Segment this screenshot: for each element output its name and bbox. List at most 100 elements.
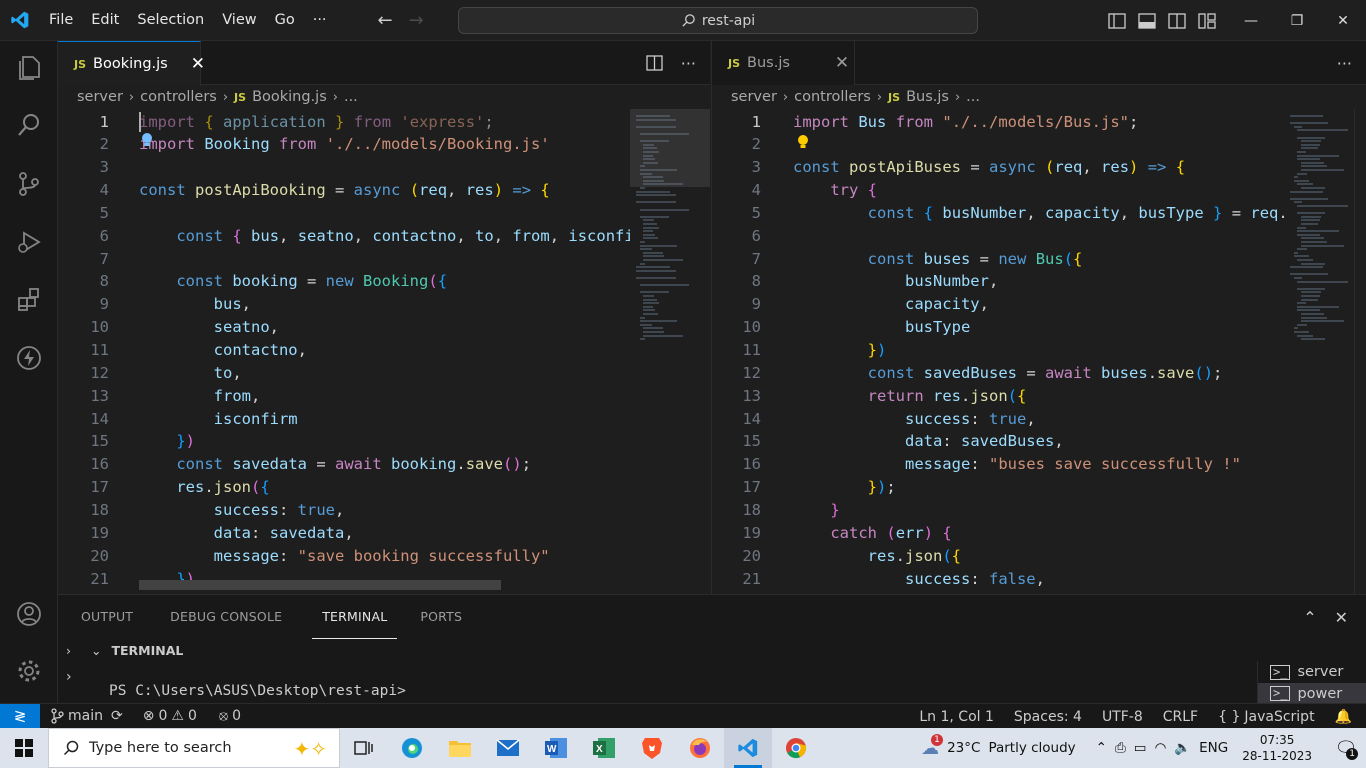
breadcrumb-item[interactable]: Bus.js [906, 89, 949, 105]
minimap-slider[interactable] [630, 109, 710, 187]
search-icon[interactable] [12, 108, 46, 142]
volume-icon[interactable]: 🔈 [1174, 740, 1191, 756]
menu-view[interactable]: View [213, 0, 265, 41]
source-control-icon[interactable] [12, 167, 46, 201]
settings-gear-icon[interactable] [12, 654, 46, 688]
code-line[interactable]: 3 const postApiBuses = async (req, res) =… [712, 156, 1185, 179]
code-line[interactable]: 1 import Bus from "./../models/Bus.js"; [712, 110, 1139, 133]
code-line[interactable]: 4 const postApiBooking = async (req, res)… [58, 179, 550, 202]
toggle-secondary-sidebar-icon[interactable] [1168, 12, 1186, 29]
code-editor-left[interactable]: 1 import { application } from 'express'; 2… [58, 109, 710, 594]
code-line[interactable]: 16 const savedata = await booking.save()… [58, 453, 531, 476]
terminal-item-power[interactable]: >_ power [1258, 683, 1366, 704]
meet-now-icon[interactable]: ⎙ [1115, 740, 1126, 756]
branch-indicator[interactable]: main ⟳ [44, 708, 129, 724]
lightbulb-icon[interactable] [140, 132, 154, 146]
weather-widget[interactable]: ☁ 1 23°C Partly cloudy [921, 733, 1076, 759]
customize-layout-icon[interactable] [1198, 12, 1216, 29]
go-forward-icon[interactable]: → [409, 10, 424, 31]
code-line[interactable]: 7 [58, 247, 139, 270]
code-line[interactable]: 4 try { [712, 179, 877, 202]
terminal-section-header[interactable]: › ⌄ TERMINAL [58, 639, 183, 661]
indentation[interactable]: Spaces: 4 [1008, 709, 1088, 725]
breadcrumb-item[interactable]: controllers [140, 89, 217, 105]
tab-booking-js[interactable]: JS Booking.js ✕ [58, 41, 205, 86]
code-editor-right[interactable]: 1 import Bus from "./../models/Bus.js"; 2 3… [712, 109, 1366, 594]
breadcrumb-item[interactable]: ... [966, 89, 980, 105]
code-line[interactable]: 20 message: "save booking successfully" [58, 544, 549, 567]
toggle-primary-sidebar-icon[interactable] [1108, 12, 1126, 29]
code-line[interactable]: 10 busType [712, 316, 970, 339]
more-actions-icon[interactable]: ··· [681, 54, 696, 73]
code-line[interactable]: 6 [712, 224, 793, 247]
terminal-prompt[interactable]: PS C:\Users\ASUS\Desktop\rest-api> [109, 683, 406, 699]
split-editor-icon[interactable] [646, 55, 663, 71]
language-mode[interactable]: { } JavaScript [1212, 709, 1320, 725]
thunder-client-icon[interactable] [12, 341, 46, 375]
close-icon[interactable]: ✕ [835, 53, 849, 73]
ports-indicator[interactable]: ⦻ 0 [213, 708, 247, 724]
menu-go[interactable]: Go [266, 0, 304, 41]
edge-browser-icon[interactable] [388, 728, 436, 768]
code-line[interactable]: 17 }); [712, 476, 895, 499]
close-window-icon[interactable]: ✕ [1320, 0, 1366, 41]
code-line[interactable]: 18 } [712, 498, 839, 521]
code-line[interactable]: 2 [712, 133, 793, 156]
menu-file[interactable]: File [40, 0, 82, 41]
windows-start-icon[interactable] [0, 728, 48, 768]
clock[interactable]: 07:35 28-11-2023 [1236, 732, 1318, 764]
sync-icon[interactable]: ⟳ [111, 708, 123, 724]
code-line[interactable]: 8 busNumber, [712, 270, 999, 293]
encoding[interactable]: UTF-8 [1096, 709, 1149, 725]
wifi-icon[interactable]: ◠ [1155, 740, 1167, 756]
cursor-position[interactable]: Ln 1, Col 1 [913, 709, 1000, 725]
tab-bus-js[interactable]: JS Bus.js ✕ [712, 41, 855, 85]
code-line[interactable]: 13 return res.json({ [712, 384, 1026, 407]
code-line[interactable]: 16 message: "buses save successfully !" [712, 453, 1241, 476]
code-line[interactable]: 9 bus, [58, 293, 251, 316]
code-line[interactable]: 3 [58, 156, 139, 179]
firefox-icon[interactable] [676, 728, 724, 768]
code-line[interactable]: 2 import Booking from './../models/Bookin… [58, 133, 550, 156]
minimap-right[interactable] [1284, 109, 1352, 594]
excel-icon[interactable]: X [580, 728, 628, 768]
code-line[interactable]: 14 isconfirm [58, 407, 297, 430]
notifications-bell-icon[interactable]: 🔔 [1329, 709, 1358, 725]
chevron-right-icon[interactable]: › [66, 643, 71, 658]
code-line[interactable]: 18 success: true, [58, 498, 344, 521]
menu-edit[interactable]: Edit [82, 0, 128, 41]
input-language[interactable]: ENG [1199, 740, 1228, 756]
close-panel-icon[interactable]: ✕ [1335, 608, 1348, 627]
tab-debug-console[interactable]: DEBUG CONSOLE [147, 595, 296, 639]
code-line[interactable]: 21 success: false, [712, 567, 1045, 590]
code-line[interactable]: 6 const { bus, seatno, contactno, to, fr… [58, 224, 653, 247]
tab-ports[interactable]: PORTS [397, 595, 476, 639]
breadcrumb-item[interactable]: server [731, 89, 777, 105]
notification-center-icon[interactable]: 🗨 1 [1326, 728, 1366, 768]
lightbulb-icon[interactable] [796, 134, 810, 150]
line-ending[interactable]: CRLF [1157, 709, 1204, 725]
brave-browser-icon[interactable] [628, 728, 676, 768]
code-line[interactable]: 12 const savedBuses = await buses.save()… [712, 361, 1222, 384]
terminal-item-server[interactable]: >_ server [1258, 661, 1366, 683]
tab-output[interactable]: OUTPUT [58, 595, 147, 639]
code-line[interactable]: 12 to, [58, 361, 241, 384]
battery-icon[interactable]: ▭ [1134, 740, 1147, 756]
chrome-icon[interactable] [772, 728, 820, 768]
account-icon[interactable] [12, 597, 46, 631]
maximize-panel-icon[interactable]: ⌃ [1303, 608, 1316, 627]
code-line[interactable]: 10 seatno, [58, 316, 279, 339]
vertical-scrollbar[interactable] [1354, 109, 1366, 594]
code-line[interactable]: 14 success: true, [712, 407, 1035, 430]
menu-selection[interactable]: Selection [128, 0, 213, 41]
mail-icon[interactable] [484, 728, 532, 768]
breadcrumb-item[interactable]: controllers [794, 89, 871, 105]
code-line[interactable]: 19 data: savedata, [58, 521, 353, 544]
task-view-icon[interactable] [340, 728, 388, 768]
command-center-search[interactable]: rest-api [458, 7, 978, 34]
code-line[interactable]: 20 res.json({ [712, 544, 961, 567]
code-line[interactable]: 15 }) [58, 430, 195, 453]
word-icon[interactable]: W [532, 728, 580, 768]
taskbar-search-box[interactable]: Type here to search ✦✧ [48, 728, 340, 768]
horizontal-scrollbar[interactable] [139, 580, 501, 590]
